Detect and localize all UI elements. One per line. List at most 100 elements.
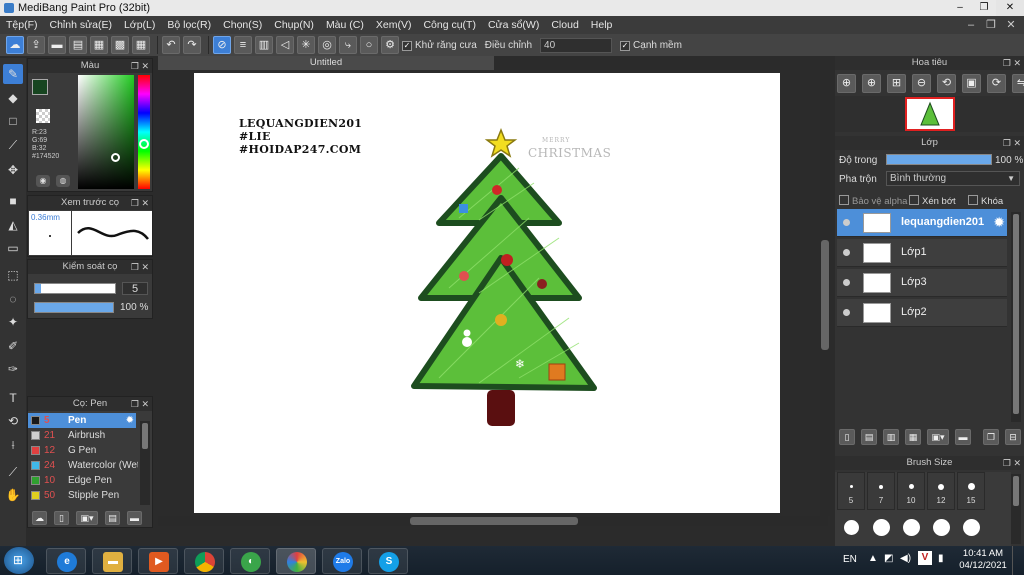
- brush-settings-icon[interactable]: ✹: [126, 413, 134, 428]
- brush-tool-icon[interactable]: ✎: [3, 64, 23, 84]
- panel-controls-icon[interactable]: ❐ ✕: [131, 260, 149, 274]
- hue-slider-handle[interactable]: [139, 139, 149, 149]
- duplicate-layer-icon[interactable]: ❐: [983, 429, 999, 445]
- protect-alpha-checkbox[interactable]: [839, 195, 849, 205]
- protect-alpha-option[interactable]: Bảo vệ alpha: [839, 194, 907, 207]
- brush-item-stipple-pen[interactable]: 50 Stipple Pen: [28, 488, 136, 503]
- show-desktop-button[interactable]: [1012, 546, 1024, 575]
- brush-size-scrollbar[interactable]: [1011, 474, 1021, 544]
- tiles-icon[interactable]: ▦: [132, 36, 150, 54]
- brush-size-slider[interactable]: [34, 283, 116, 294]
- adjust-input[interactable]: 40: [540, 37, 613, 53]
- unikey-icon[interactable]: V: [918, 551, 932, 565]
- taskbar-chrome[interactable]: [184, 548, 224, 574]
- panel-controls-icon[interactable]: ❐ ✕: [1003, 136, 1021, 150]
- layer-row-lop1[interactable]: Lớp1: [837, 239, 1007, 267]
- panel-controls-icon[interactable]: ❐ ✕: [1003, 456, 1021, 470]
- new-8bit-layer-icon[interactable]: ▥: [883, 429, 899, 445]
- taskbar-medibang[interactable]: [276, 548, 316, 574]
- new-halftone-layer-icon[interactable]: ▤: [861, 429, 877, 445]
- visibility-eye-icon[interactable]: [843, 309, 850, 316]
- brush-size-5[interactable]: 5: [837, 472, 865, 510]
- notification-icon[interactable]: ▮: [938, 553, 944, 564]
- taskbar-skype[interactable]: S: [368, 548, 408, 574]
- redo-icon[interactable]: ↷: [183, 36, 201, 54]
- lasso-tool-icon[interactable]: ◌: [3, 289, 23, 309]
- saturation-value-picker[interactable]: [78, 75, 134, 189]
- curve-snap-icon[interactable]: ⤷: [339, 36, 357, 54]
- add-layer-menu-icon[interactable]: ▣▾: [927, 429, 949, 445]
- brush-size-large[interactable]: [957, 512, 985, 546]
- network-icon[interactable]: ◩: [884, 553, 893, 564]
- flip-icon[interactable]: ⇋: [1012, 74, 1024, 93]
- volume-icon[interactable]: ◀): [900, 553, 911, 564]
- layer-row-lop2[interactable]: Lớp2: [837, 299, 1007, 327]
- panel-controls-icon[interactable]: ❐ ✕: [1003, 56, 1021, 70]
- comment-icon[interactable]: ▬: [48, 36, 66, 54]
- gradient-tool-icon[interactable]: ▭: [3, 238, 23, 258]
- show-hidden-icons-icon[interactable]: ▲: [868, 553, 878, 564]
- circle-snap-icon[interactable]: ◎: [318, 36, 336, 54]
- drawing-canvas[interactable]: LEQUANGDIEN201 #LIE #HOIDAP247.COM MERRY…: [194, 73, 780, 513]
- smooth-edge-checkbox[interactable]: ✓: [620, 41, 631, 51]
- taskbar-media[interactable]: ▶: [138, 548, 178, 574]
- menu-select[interactable]: Chọn(S): [217, 19, 268, 31]
- snap-off-icon[interactable]: ⊘: [213, 36, 231, 54]
- merge-layer-icon[interactable]: ⊟: [1005, 429, 1021, 445]
- undo-icon[interactable]: ↶: [162, 36, 180, 54]
- brush-size-large[interactable]: [927, 512, 955, 546]
- grid-snap-icon[interactable]: ▥: [255, 36, 273, 54]
- taskbar-coccoc[interactable]: ◐: [230, 548, 270, 574]
- brush-size-10[interactable]: 10: [897, 472, 925, 510]
- menu-snap[interactable]: Chụp(N): [268, 19, 320, 31]
- brush-size-15[interactable]: 15: [957, 472, 985, 510]
- cloud-icon[interactable]: ☁: [6, 36, 24, 54]
- taskbar-explorer[interactable]: ▬: [92, 548, 132, 574]
- move-tool-icon[interactable]: ✥: [3, 160, 23, 180]
- language-indicator[interactable]: EN: [843, 554, 857, 565]
- document-tab[interactable]: Untitled: [158, 56, 494, 70]
- brush-item-watercolor[interactable]: 24 Watercolor (Wet: [28, 458, 138, 473]
- perspective-snap-icon[interactable]: ◁: [276, 36, 294, 54]
- brush-size-input[interactable]: 5: [122, 282, 148, 295]
- zoom-in-alt-icon[interactable]: ⊕: [862, 74, 881, 93]
- canvas-vertical-scrollbar[interactable]: [820, 70, 830, 516]
- select-pen-tool-icon[interactable]: ✐: [3, 336, 23, 356]
- brush-folder-icon[interactable]: ▬: [127, 511, 142, 525]
- brush-size-7[interactable]: 7: [867, 472, 895, 510]
- navigator-preview[interactable]: [835, 96, 1024, 132]
- document-icon[interactable]: ▤: [69, 36, 87, 54]
- menu-window[interactable]: Cửa sổ(W): [482, 19, 545, 31]
- fill-tool-icon[interactable]: ■: [3, 191, 23, 211]
- maximize-button[interactable]: ❐: [972, 0, 996, 16]
- visibility-eye-icon[interactable]: [843, 279, 850, 286]
- menu-restore-icon[interactable]: ❐: [982, 16, 1000, 34]
- fit-window-icon[interactable]: ⊞: [887, 74, 906, 93]
- bucket-tool-icon[interactable]: ◭: [3, 215, 23, 235]
- antialias-checkbox[interactable]: ✓: [402, 41, 412, 51]
- menu-help[interactable]: Help: [585, 19, 619, 31]
- menu-view[interactable]: Xem(V): [370, 19, 418, 31]
- clipping-checkbox[interactable]: [909, 195, 919, 205]
- foreground-color-swatch[interactable]: [32, 79, 48, 95]
- parallel-snap-icon[interactable]: ≡: [234, 36, 252, 54]
- hue-slider[interactable]: [138, 75, 150, 189]
- new-brush-icon[interactable]: ▯: [54, 511, 69, 525]
- zoom-in-icon[interactable]: ⊕: [837, 74, 856, 93]
- rotate-right-icon[interactable]: ⟳: [987, 74, 1006, 93]
- lock-checkbox[interactable]: [968, 195, 978, 205]
- taskbar-zalo[interactable]: Zalo: [322, 548, 362, 574]
- menu-filter[interactable]: Bộ lọc(R): [161, 19, 217, 31]
- brush-item-airbrush[interactable]: 21 Airbrush: [28, 428, 136, 443]
- rotate-left-icon[interactable]: ⟲: [937, 74, 956, 93]
- minimize-button[interactable]: –: [948, 0, 972, 16]
- clipping-option[interactable]: Xén bớt: [909, 194, 956, 207]
- snap-settings-icon[interactable]: ⚙: [381, 36, 399, 54]
- layer-row-lequangdien201[interactable]: lequangdien201 ✹: [837, 209, 1007, 237]
- layer-settings-icon[interactable]: ✹: [993, 214, 1005, 231]
- magic-wand-tool-icon[interactable]: ✦: [3, 312, 23, 332]
- blend-mode-select[interactable]: Bình thường ▼: [886, 171, 1020, 186]
- lock-option[interactable]: Khóa: [968, 194, 1003, 207]
- menu-minimize-icon[interactable]: –: [962, 16, 980, 34]
- color-wheel-icon[interactable]: ◍: [56, 175, 70, 187]
